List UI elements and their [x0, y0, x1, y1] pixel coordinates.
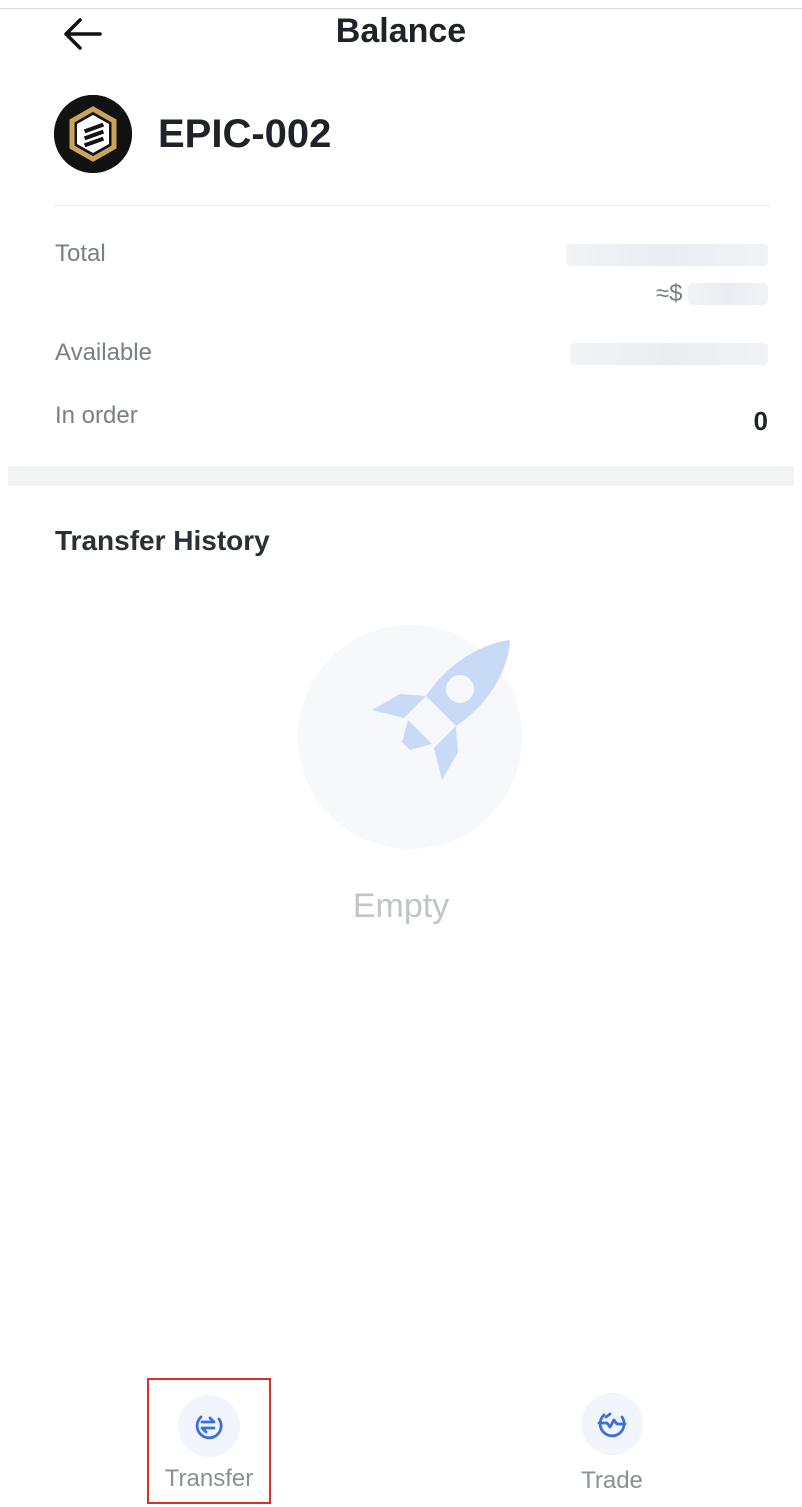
transfer-history-title: Transfer History	[55, 525, 270, 556]
transfer-button[interactable]: Transfer	[147, 1378, 271, 1504]
usd-value-redacted	[688, 283, 768, 305]
trade-button[interactable]: Trade	[552, 1393, 672, 1495]
page-title: Balance	[335, 12, 467, 50]
available-value-redacted	[570, 343, 768, 365]
bottom-action-bar	[0, 1360, 802, 1507]
transfer-icon	[195, 1415, 223, 1440]
available-label: Available	[55, 339, 152, 366]
transfer-label: Transfer	[164, 1465, 254, 1492]
in-order-label: In order	[55, 402, 138, 429]
transfer-icon-wrap	[178, 1395, 240, 1457]
coin-name: EPIC-002	[158, 112, 332, 156]
divider	[54, 205, 770, 206]
in-order-value: 0	[753, 406, 768, 436]
usd-approx-prefix: ≈$	[656, 280, 683, 307]
epic-coin-logo	[54, 95, 132, 173]
trade-label: Trade	[581, 1467, 643, 1494]
rocket-icon	[372, 640, 510, 780]
empty-state-text: Empty	[352, 887, 450, 925]
total-label: Total	[55, 240, 106, 267]
top-border	[0, 8, 802, 9]
trade-icon	[597, 1412, 627, 1438]
trade-icon-wrap	[581, 1393, 643, 1455]
total-value-redacted	[566, 244, 768, 266]
section-separator	[8, 466, 794, 486]
